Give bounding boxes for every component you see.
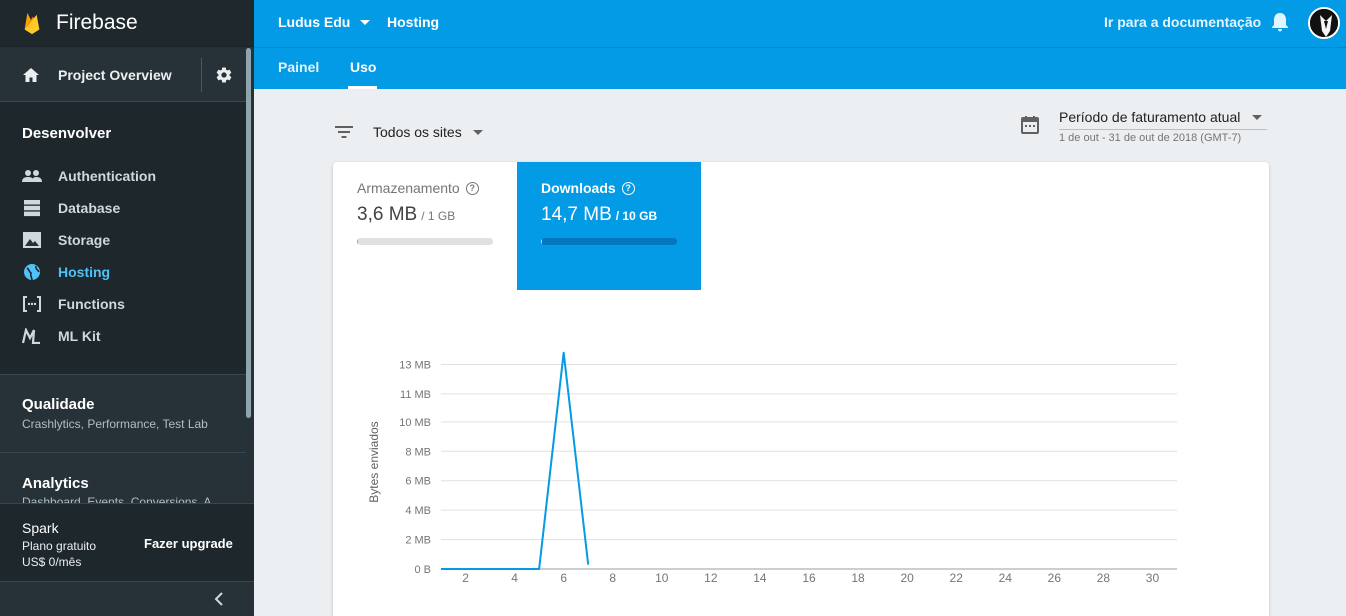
functions-icon <box>22 294 42 314</box>
sidebar-item-authentication[interactable]: Authentication <box>22 165 156 187</box>
project-name: Ludus Edu <box>278 14 351 30</box>
globe-icon <box>22 262 42 282</box>
section-title: Hosting <box>387 14 440 30</box>
y-tick-label: 6 MB <box>405 476 431 488</box>
plan-name: Spark <box>22 520 59 536</box>
x-tick-label: 2 <box>462 571 469 585</box>
upgrade-button[interactable]: Fazer upgrade <box>144 536 233 551</box>
x-tick-label: 22 <box>950 571 964 585</box>
gear-icon <box>216 67 232 83</box>
settings-button[interactable] <box>202 66 246 84</box>
chevron-down-icon <box>472 129 483 135</box>
sidebar-item-functions[interactable]: Functions <box>22 293 125 315</box>
x-tick-label: 18 <box>851 571 865 585</box>
quality-title[interactable]: Qualidade <box>22 396 95 413</box>
site-filter[interactable]: Todos os sites <box>334 124 483 140</box>
plan-price: US$ 0/mês <box>22 555 82 569</box>
sidebar-item-label: Hosting <box>58 264 111 280</box>
billing-period-title: Período de faturamento atual <box>1059 109 1241 125</box>
x-tick-label: 30 <box>1146 571 1160 585</box>
analytics-title[interactable]: Analytics <box>22 475 89 492</box>
filter-icon <box>335 126 353 138</box>
y-tick-label: 8 MB <box>405 446 431 458</box>
y-tick-label: 2 MB <box>405 535 431 547</box>
plan-type: Plano gratuito <box>22 539 97 553</box>
sidebar-header[interactable]: Firebase <box>0 0 254 47</box>
docs-link[interactable]: Ir para a documentação <box>1104 14 1261 30</box>
x-tick-label: 8 <box>609 571 616 585</box>
chevron-down-icon <box>360 19 371 25</box>
people-icon <box>22 166 42 186</box>
x-tick-label: 20 <box>900 571 914 585</box>
bell-icon[interactable] <box>1271 12 1289 37</box>
sidebar-item-hosting[interactable]: Hosting <box>22 261 110 283</box>
x-tick-label: 14 <box>753 571 767 585</box>
sidebar-item-database[interactable]: Database <box>22 197 120 219</box>
x-tick-label: 6 <box>560 571 567 585</box>
x-tick-label: 4 <box>511 571 518 585</box>
divider <box>0 452 246 453</box>
sidebar: Firebase Project Overview Desenvolver Au… <box>0 0 254 616</box>
storage-icon <box>22 230 42 250</box>
database-icon <box>22 198 42 218</box>
x-tick-label: 26 <box>1048 571 1062 585</box>
active-tab-indicator <box>348 86 377 89</box>
firebase-logo-icon <box>24 12 40 35</box>
project-selector[interactable]: Ludus Edu <box>278 14 371 30</box>
tab-painel[interactable]: Painel <box>278 59 319 75</box>
plan-panel: Spark Plano gratuito US$ 0/mês Fazer upg… <box>0 503 254 581</box>
chevron-left-icon <box>213 591 225 612</box>
downloads-chart: 0 B2 MB4 MB6 MB8 MB10 MB11 MB13 MB2 4 6 8 10… <box>367 351 1177 585</box>
divider <box>1059 129 1267 130</box>
y-tick-label: 11 MB <box>400 389 431 401</box>
project-overview-row: Project Overview <box>0 48 246 102</box>
tab-uso[interactable]: Uso <box>350 59 376 75</box>
x-tick-label: 16 <box>802 571 816 585</box>
sidebar-item-storage[interactable]: Storage <box>22 229 110 251</box>
usage-card: Armazenamento? 3,6 MB/ 1 GB Downloads? 1… <box>333 162 1269 616</box>
y-tick-label: 10 MB <box>399 417 431 429</box>
quality-subtitle: Crashlytics, Performance, Test Lab <box>22 417 208 431</box>
x-tick-label: 10 <box>655 571 669 585</box>
sidebar-item-mlkit[interactable]: ML Kit <box>22 325 101 347</box>
billing-period-range: 1 de out - 31 de out de 2018 (GMT-7) <box>1059 132 1242 144</box>
tab-bar: Painel Uso <box>254 47 1346 89</box>
sidebar-scrollbar[interactable] <box>246 48 251 418</box>
y-tick-label: 4 MB <box>405 505 431 517</box>
project-overview-link[interactable]: Project Overview <box>58 67 201 83</box>
sidebar-item-label: Database <box>58 200 121 216</box>
series-line <box>441 351 590 570</box>
divider <box>0 374 246 375</box>
x-tick-label: 28 <box>1097 571 1111 585</box>
chevron-down-icon <box>1252 115 1262 120</box>
sidebar-item-label: Authentication <box>58 168 156 184</box>
x-tick-label: 12 <box>704 571 718 585</box>
brand-name: Firebase <box>56 11 138 34</box>
y-tick-label: 0 B <box>414 564 431 576</box>
x-tick-label: 24 <box>999 571 1013 585</box>
collapse-sidebar-button[interactable] <box>0 581 254 616</box>
sidebar-item-label: Functions <box>58 296 125 312</box>
y-axis-label: Bytes enviados <box>367 421 381 502</box>
mlkit-icon <box>22 326 42 346</box>
sidebar-item-label: Storage <box>58 232 111 248</box>
avatar[interactable] <box>1308 7 1340 39</box>
home-icon <box>23 67 39 82</box>
sidebar-item-label: ML Kit <box>58 328 101 344</box>
site-filter-label: Todos os sites <box>373 124 462 140</box>
calendar-icon <box>1020 115 1040 140</box>
develop-title: Desenvolver <box>22 125 112 142</box>
y-tick-label: 13 MB <box>399 359 431 371</box>
top-bar: Ludus Edu Hosting Ir para a documentação… <box>254 0 1346 89</box>
